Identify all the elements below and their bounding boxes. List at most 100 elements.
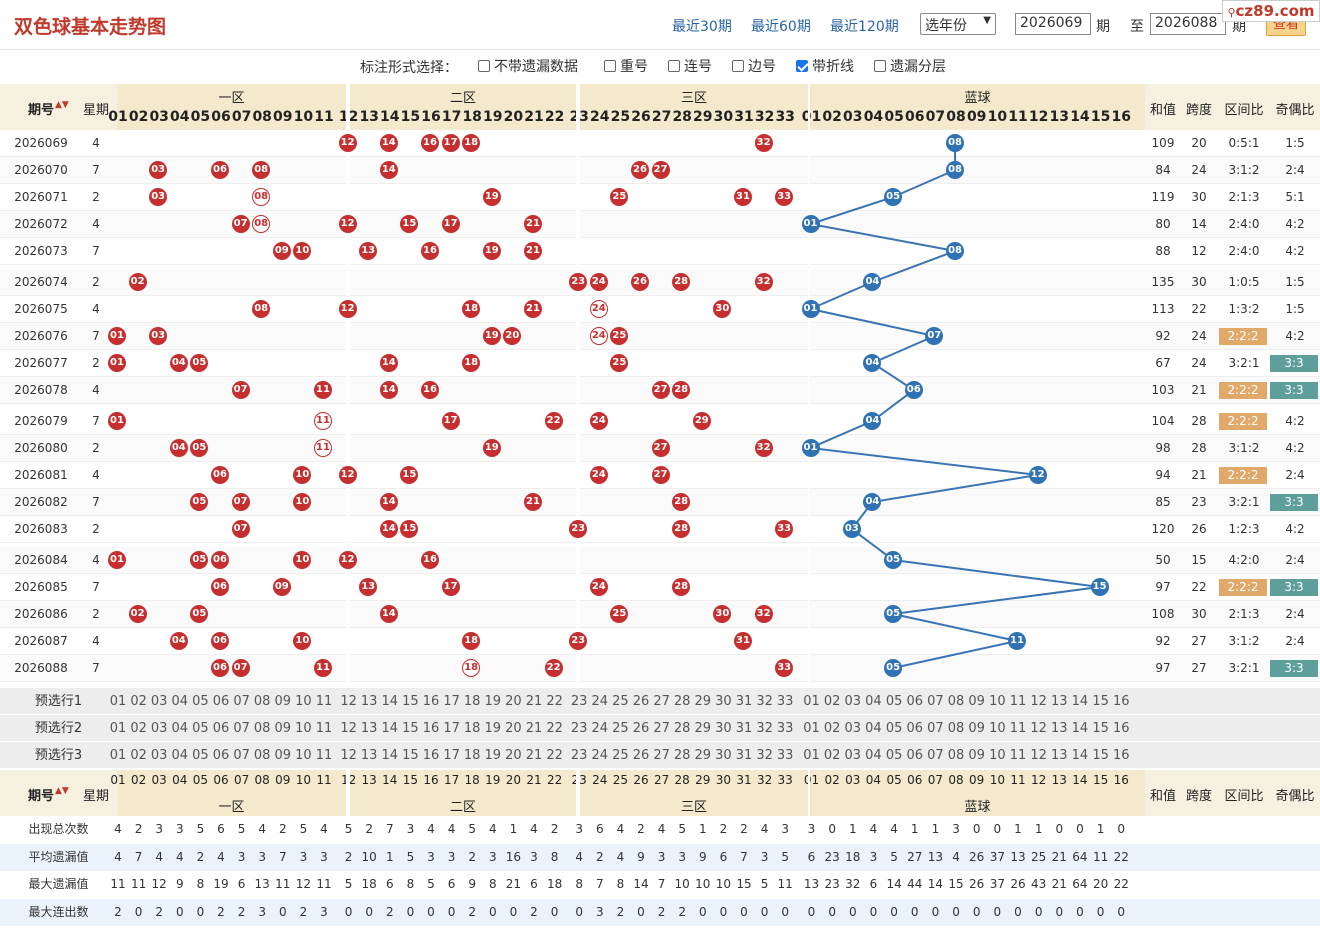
preselect-red-number[interactable]: 25 bbox=[610, 742, 630, 769]
preselect-blue-number[interactable]: 06 bbox=[905, 715, 925, 742]
preselect-red-number[interactable]: 07 bbox=[232, 715, 252, 742]
preselect-red-number[interactable]: 29 bbox=[693, 742, 713, 769]
preselect-red-number[interactable]: 24 bbox=[590, 742, 610, 769]
preselect-blue-number[interactable]: 10 bbox=[987, 715, 1007, 742]
preselect-blue-number[interactable]: 08 bbox=[946, 742, 966, 769]
preselect-red-number[interactable]: 10 bbox=[293, 688, 313, 715]
preselect-blue-number[interactable]: 14 bbox=[1070, 688, 1090, 715]
preselect-red-number[interactable]: 22 bbox=[545, 742, 565, 769]
preselect-blue-number[interactable]: 07 bbox=[925, 688, 945, 715]
preselect-red-number[interactable]: 12 bbox=[339, 688, 359, 715]
preselect-red-number[interactable]: 04 bbox=[170, 688, 190, 715]
preselect-red-number[interactable]: 33 bbox=[775, 715, 795, 742]
preselect-red-number[interactable]: 07 bbox=[232, 742, 252, 769]
preselect-blue-number[interactable]: 09 bbox=[967, 688, 987, 715]
preselect-red-number[interactable]: 06 bbox=[211, 715, 231, 742]
preselect-red-number[interactable]: 31 bbox=[734, 742, 754, 769]
preselect-red-number[interactable]: 30 bbox=[713, 742, 733, 769]
preselect-blue-number[interactable]: 04 bbox=[863, 715, 883, 742]
preselect-red-number[interactable]: 05 bbox=[190, 715, 210, 742]
preselect-red-number[interactable]: 16 bbox=[421, 688, 441, 715]
preselect-blue-number[interactable]: 11 bbox=[1008, 742, 1028, 769]
preselect-red-number[interactable]: 12 bbox=[339, 715, 359, 742]
preselect-red-number[interactable]: 12 bbox=[339, 742, 359, 769]
preselect-red-number[interactable]: 21 bbox=[524, 688, 544, 715]
preselect-blue-number[interactable]: 02 bbox=[822, 742, 842, 769]
preselect-red-number[interactable]: 17 bbox=[442, 715, 462, 742]
preselect-red-number[interactable]: 08 bbox=[252, 688, 272, 715]
preselect-red-number[interactable]: 22 bbox=[545, 715, 565, 742]
preselect-red-number[interactable]: 18 bbox=[462, 688, 482, 715]
preselect-blue-number[interactable]: 13 bbox=[1049, 688, 1069, 715]
preselect-red-number[interactable]: 05 bbox=[190, 742, 210, 769]
preselect-red-number[interactable]: 13 bbox=[359, 715, 379, 742]
preselect-red-number[interactable]: 23 bbox=[569, 742, 589, 769]
preselect-red-number[interactable]: 14 bbox=[380, 742, 400, 769]
preselect-red-number[interactable]: 15 bbox=[400, 715, 420, 742]
preselect-red-number[interactable]: 03 bbox=[149, 688, 169, 715]
preselect-blue-number[interactable]: 06 bbox=[905, 688, 925, 715]
preselect-red-number[interactable]: 26 bbox=[631, 742, 651, 769]
preselect-red-number[interactable]: 32 bbox=[755, 715, 775, 742]
preselect-red-number[interactable]: 16 bbox=[421, 742, 441, 769]
preselect-red-number[interactable]: 05 bbox=[190, 688, 210, 715]
preselect-red-number[interactable]: 29 bbox=[693, 715, 713, 742]
preselect-blue-number[interactable]: 07 bbox=[925, 715, 945, 742]
preselect-red-number[interactable]: 30 bbox=[713, 715, 733, 742]
preselect-red-number[interactable]: 17 bbox=[442, 688, 462, 715]
preselect-red-number[interactable]: 24 bbox=[590, 715, 610, 742]
preselect-blue-number[interactable]: 02 bbox=[822, 715, 842, 742]
preselect-red-number[interactable]: 06 bbox=[211, 742, 231, 769]
preselect-blue-number[interactable]: 11 bbox=[1008, 715, 1028, 742]
preselect-red-number[interactable]: 09 bbox=[273, 742, 293, 769]
preselect-red-number[interactable]: 13 bbox=[359, 688, 379, 715]
preselect-red-number[interactable]: 27 bbox=[652, 688, 672, 715]
preselect-red-number[interactable]: 23 bbox=[569, 715, 589, 742]
preselect-red-number[interactable]: 33 bbox=[775, 688, 795, 715]
preselect-blue-number[interactable]: 01 bbox=[802, 742, 822, 769]
preselect-blue-number[interactable]: 07 bbox=[925, 742, 945, 769]
preselect-red-number[interactable]: 25 bbox=[610, 715, 630, 742]
preselect-red-number[interactable]: 23 bbox=[569, 688, 589, 715]
preselect-red-number[interactable]: 19 bbox=[483, 715, 503, 742]
preselect-red-number[interactable]: 26 bbox=[631, 688, 651, 715]
preselect-blue-number[interactable]: 12 bbox=[1029, 715, 1049, 742]
preselect-red-number[interactable]: 04 bbox=[170, 742, 190, 769]
preselect-red-number[interactable]: 20 bbox=[503, 742, 523, 769]
preselect-red-number[interactable]: 20 bbox=[503, 688, 523, 715]
preselect-blue-number[interactable]: 11 bbox=[1008, 688, 1028, 715]
preselect-blue-number[interactable]: 12 bbox=[1029, 742, 1049, 769]
preselect-red-number[interactable]: 08 bbox=[252, 715, 272, 742]
preselect-blue-number[interactable]: 14 bbox=[1070, 742, 1090, 769]
preselect-red-number[interactable]: 15 bbox=[400, 742, 420, 769]
preselect-blue-number[interactable]: 16 bbox=[1111, 715, 1131, 742]
preselect-blue-number[interactable]: 08 bbox=[946, 688, 966, 715]
preselect-blue-number[interactable]: 03 bbox=[843, 742, 863, 769]
preselect-red-number[interactable]: 20 bbox=[503, 715, 523, 742]
preselect-red-number[interactable]: 15 bbox=[400, 688, 420, 715]
preselect-red-number[interactable]: 21 bbox=[524, 742, 544, 769]
preselect-red-number[interactable]: 28 bbox=[672, 715, 692, 742]
preselect-red-number[interactable]: 28 bbox=[672, 688, 692, 715]
preselect-blue-number[interactable]: 16 bbox=[1111, 742, 1131, 769]
preselect-red-number[interactable]: 22 bbox=[545, 688, 565, 715]
preselect-red-number[interactable]: 07 bbox=[232, 688, 252, 715]
preselect-blue-number[interactable]: 06 bbox=[905, 742, 925, 769]
preselect-red-number[interactable]: 26 bbox=[631, 715, 651, 742]
preselect-blue-number[interactable]: 01 bbox=[802, 688, 822, 715]
preselect-red-number[interactable]: 32 bbox=[755, 688, 775, 715]
preselect-blue-number[interactable]: 09 bbox=[967, 715, 987, 742]
preselect-red-number[interactable]: 18 bbox=[462, 715, 482, 742]
preselect-red-number[interactable]: 10 bbox=[293, 742, 313, 769]
preselect-red-number[interactable]: 06 bbox=[211, 688, 231, 715]
preselect-red-number[interactable]: 33 bbox=[775, 742, 795, 769]
preselect-blue-number[interactable]: 10 bbox=[987, 688, 1007, 715]
preselect-red-number[interactable]: 02 bbox=[129, 742, 149, 769]
preselect-blue-number[interactable]: 15 bbox=[1091, 742, 1111, 769]
sort-icon[interactable]: ▲▼ bbox=[55, 100, 69, 110]
preselect-blue-number[interactable]: 05 bbox=[884, 742, 904, 769]
preselect-red-number[interactable]: 04 bbox=[170, 715, 190, 742]
preselect-red-number[interactable]: 30 bbox=[713, 688, 733, 715]
preselect-blue-number[interactable]: 05 bbox=[884, 715, 904, 742]
preselect-red-number[interactable]: 09 bbox=[273, 688, 293, 715]
